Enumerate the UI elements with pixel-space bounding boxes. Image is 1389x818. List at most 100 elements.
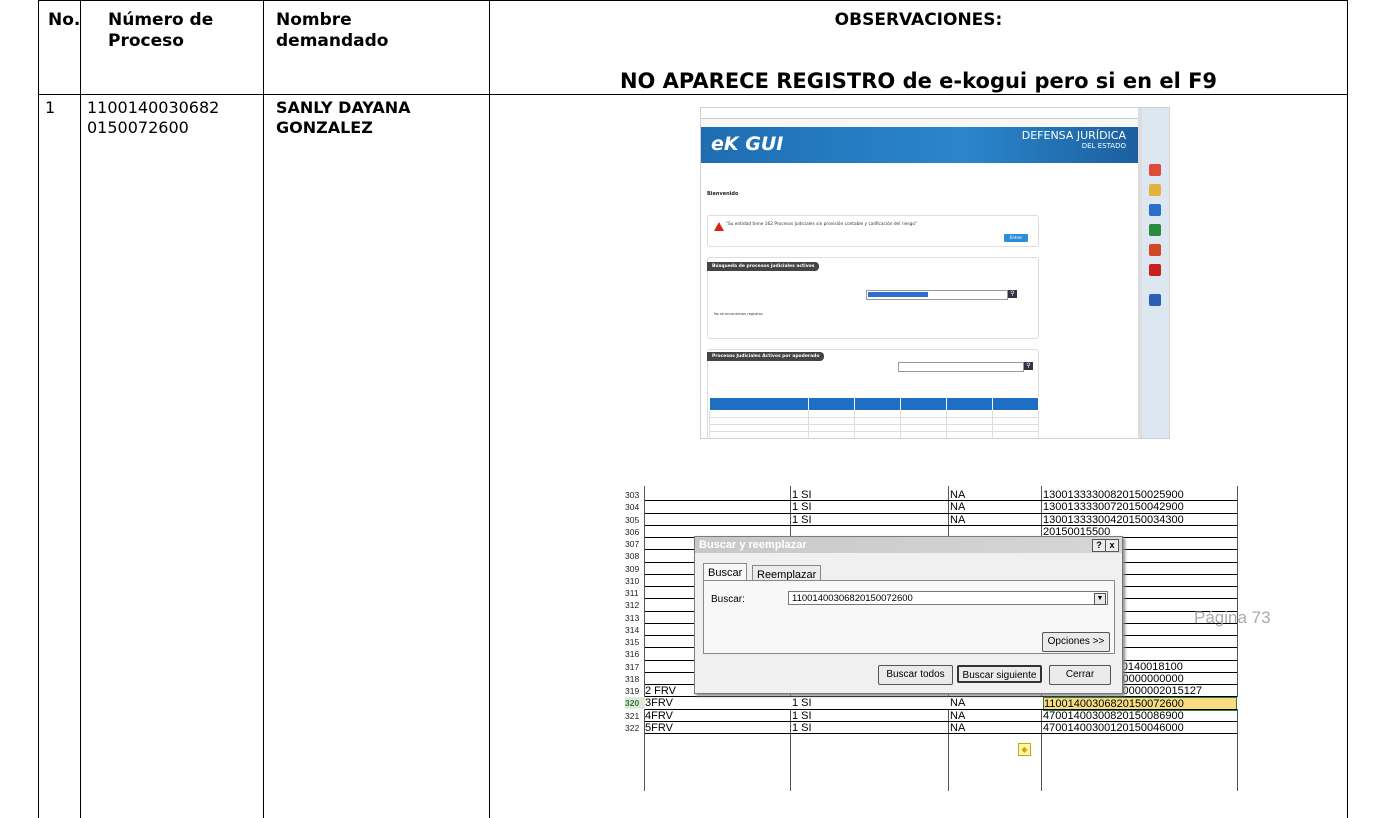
find-next-button[interactable]: Buscar siguiente <box>957 665 1042 683</box>
table-row <box>709 417 1040 425</box>
ekogui-logo: eK GUI <box>711 133 784 155</box>
chrome-icon[interactable] <box>1149 164 1161 176</box>
row-number[interactable]: 317 <box>625 661 645 673</box>
cell-c[interactable]: NA <box>950 489 1040 501</box>
row-number[interactable]: 305 <box>625 514 645 526</box>
row-nombre-demandado: SANLY DAYANA GONZALEZ <box>276 98 411 138</box>
cell-b[interactable]: 1 SI <box>792 697 947 709</box>
no-records-text: No se encontraron registros <box>714 312 763 316</box>
row-number[interactable]: 322 <box>625 722 645 734</box>
ekogui-screenshot: eK GUI DEFENSA JURÍDICA DEL ESTADO Bienv… <box>700 107 1170 439</box>
header-divider <box>38 94 1348 95</box>
powerpoint-icon[interactable] <box>1149 244 1161 256</box>
row-number[interactable]: 308 <box>625 550 645 562</box>
table-row: 321 4FRV 1 SI NA 47001400300820150086900 <box>625 710 1247 722</box>
table-border-right <box>1347 0 1348 818</box>
excel-icon[interactable] <box>1149 224 1161 236</box>
row-number[interactable]: 321 <box>625 710 645 722</box>
row-number[interactable]: 314 <box>625 624 645 636</box>
column-divider <box>263 0 264 818</box>
find-input[interactable]: 11001400306820150072600 ▼ <box>788 591 1108 605</box>
row-number[interactable]: 318 <box>625 673 645 685</box>
search-icon[interactable]: ⚲ <box>1008 290 1017 298</box>
row-number[interactable]: 316 <box>625 648 645 660</box>
row-number[interactable]: 309 <box>625 563 645 575</box>
row-number[interactable]: 313 <box>625 612 645 624</box>
attorney-search-input[interactable] <box>898 362 1024 372</box>
cell-d[interactable]: 47001400300820150086900 <box>1043 710 1237 722</box>
process-search-input[interactable] <box>866 290 1008 300</box>
cell-d[interactable]: 13001333300820150025900 <box>1043 489 1237 501</box>
cell-a[interactable]: 4FRV <box>645 710 715 722</box>
row-number[interactable]: 307 <box>625 538 645 550</box>
row-number[interactable]: 310 <box>625 575 645 587</box>
header-numero-line1: Número de <box>108 10 214 30</box>
chevron-down-icon[interactable]: ▼ <box>1094 593 1106 605</box>
help-button[interactable]: ? <box>1092 539 1106 552</box>
cell-d[interactable]: 13001333300420150034300 <box>1043 514 1237 526</box>
row-number[interactable]: 315 <box>625 636 645 648</box>
search-selection <box>868 292 928 297</box>
cell-a[interactable]: 3FRV <box>645 697 715 709</box>
folder-icon[interactable] <box>1149 184 1161 196</box>
table-border-top <box>38 0 1348 1</box>
row-numero-proceso: 1100140030682 0150072600 <box>87 98 219 138</box>
options-button[interactable]: Opciones >> <box>1042 632 1110 652</box>
header-nombre-line1: Nombre <box>276 10 352 30</box>
close-icon[interactable]: x <box>1105 539 1119 552</box>
cell-d[interactable]: 47001400300120150046000 <box>1043 722 1237 734</box>
cell-c[interactable]: NA <box>950 697 1040 709</box>
processes-table <box>709 397 1040 438</box>
row-number[interactable]: 320 <box>625 697 645 710</box>
pdf-icon[interactable] <box>1149 264 1161 276</box>
error-check-icon[interactable]: ◆ <box>1018 743 1031 756</box>
find-input-value: 11001400306820150072600 <box>792 593 913 604</box>
close-button[interactable]: Cerrar <box>1049 665 1111 685</box>
ekogui-nav <box>701 163 1144 177</box>
row-number[interactable]: 312 <box>625 599 645 611</box>
dialog-title: Buscar y reemplazar <box>695 537 1122 553</box>
numero-line1: 1100140030682 <box>87 98 220 117</box>
table-row <box>709 431 1040 438</box>
cell-b[interactable]: 1 SI <box>792 489 947 501</box>
agency-name: DEFENSA JURÍDICA DEL ESTADO <box>1022 130 1126 151</box>
row-number[interactable]: 304 <box>625 501 645 513</box>
cell-a[interactable]: 5FRV <box>645 722 715 734</box>
row-number[interactable]: 311 <box>625 587 645 599</box>
header-nombre-demandado: Nombre demandado <box>276 10 388 52</box>
agency-line2: DEL ESTADO <box>1081 142 1126 150</box>
browser-bookmarks-bar <box>701 119 1142 127</box>
row-number[interactable]: 306 <box>625 526 645 538</box>
cell-b[interactable]: 1 SI <box>792 722 947 734</box>
cell-c[interactable]: NA <box>950 722 1040 734</box>
cell-c[interactable]: NA <box>950 501 1040 513</box>
header-numero-line2: Proceso <box>108 31 184 51</box>
cell-b[interactable]: 1 SI <box>792 514 947 526</box>
row-number[interactable]: 303 <box>625 489 645 501</box>
welcome-text: Bienvenido <box>707 191 739 197</box>
active-processes-tab: Procesos Judiciales Activos por apoderad… <box>707 352 825 361</box>
header-no: No. <box>48 10 81 30</box>
cell-d[interactable]: 13001333300720150042900 <box>1043 501 1237 513</box>
alert-enter-button[interactable]: Entrar <box>1004 234 1028 242</box>
cell-c[interactable]: NA <box>950 710 1040 722</box>
table-row: 320 3FRV 1 SI NA 11001400306820150072600 <box>625 697 1247 712</box>
cell-b[interactable]: 1 SI <box>792 710 947 722</box>
page-watermark: Página 73 <box>1194 608 1271 627</box>
search-icon[interactable]: ⚲ <box>1024 362 1033 370</box>
search-panel: Búsqueda de procesos judiciales activos … <box>707 257 1039 339</box>
header-observaciones: OBSERVACIONES: <box>834 10 1003 30</box>
find-all-button[interactable]: Buscar todos <box>878 665 953 685</box>
table-row <box>709 424 1040 432</box>
row-number[interactable]: 319 <box>625 685 645 697</box>
table-row <box>709 410 1040 418</box>
header-numero-proceso: Número de Proceso <box>108 10 213 52</box>
ekogui-body: Bienvenido "Su entidad tiene 162 Proceso… <box>701 177 1138 438</box>
word-icon[interactable] <box>1149 294 1161 306</box>
cell-c[interactable]: NA <box>950 514 1040 526</box>
table-border-left <box>38 0 39 818</box>
warning-icon <box>714 222 724 231</box>
cell-b[interactable]: 1 SI <box>792 501 947 513</box>
table-row: 305 1 SI NA 13001333300420150034300 <box>625 514 1247 526</box>
outlook-icon[interactable] <box>1149 204 1161 216</box>
